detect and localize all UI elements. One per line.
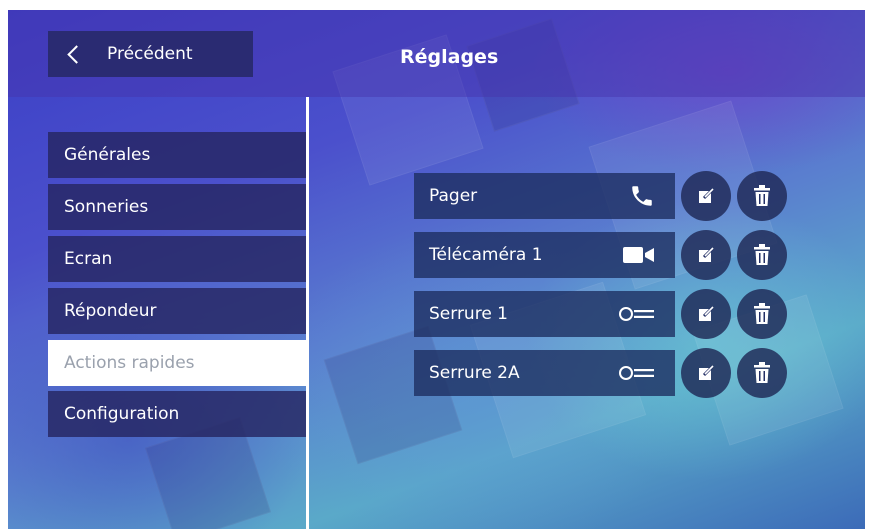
sidebar-item-label: Répondeur — [64, 301, 157, 321]
quick-action-label: Pager — [429, 186, 478, 206]
page-title: Réglages — [400, 46, 499, 68]
trash-icon — [754, 244, 770, 265]
panel-divider — [306, 97, 309, 529]
quick-action-row[interactable]: Télécaméra 1 — [414, 232, 675, 278]
sidebar-item-repondeur[interactable]: Répondeur — [48, 288, 306, 334]
edit-button[interactable] — [681, 348, 731, 398]
trash-icon — [754, 303, 770, 324]
back-button[interactable]: Précédent — [48, 31, 253, 77]
sidebar-item-actions-rapides[interactable]: Actions rapides — [48, 340, 306, 386]
edit-button[interactable] — [681, 289, 731, 339]
sidebar-item-label: Actions rapides — [64, 353, 195, 373]
quick-action-row[interactable]: Serrure 2A — [414, 350, 675, 396]
sidebar-item-ecran[interactable]: Ecran — [48, 236, 306, 282]
sidebar-item-label: Générales — [64, 145, 151, 165]
quick-action-label: Télécaméra 1 — [429, 245, 543, 265]
key-icon — [619, 365, 655, 381]
edit-icon — [699, 188, 714, 203]
chevron-left-icon — [67, 44, 86, 64]
back-button-label: Précédent — [107, 44, 193, 64]
key-icon — [619, 306, 655, 322]
quick-action-label: Serrure 2A — [429, 363, 520, 383]
delete-button[interactable] — [737, 289, 787, 339]
sidebar-item-label: Ecran — [64, 249, 113, 269]
delete-button[interactable] — [737, 171, 787, 221]
edit-icon — [699, 306, 714, 321]
sidebar-item-generales[interactable]: Générales — [48, 132, 306, 178]
sidebar-item-sonneries[interactable]: Sonneries — [48, 184, 306, 230]
quick-action-row[interactable]: Serrure 1 — [414, 291, 675, 337]
phone-icon — [629, 183, 655, 209]
trash-icon — [754, 185, 770, 206]
edit-icon — [699, 247, 714, 262]
trash-icon — [754, 362, 770, 383]
delete-button[interactable] — [737, 348, 787, 398]
quick-action-label: Serrure 1 — [429, 304, 508, 324]
sidebar-item-label: Sonneries — [64, 197, 149, 217]
sidebar-item-configuration[interactable]: Configuration — [48, 391, 306, 437]
quick-action-row[interactable]: Pager — [414, 173, 675, 219]
device-screen: Précédent Réglages Générales Sonneries E… — [8, 10, 865, 529]
delete-button[interactable] — [737, 230, 787, 280]
edit-button[interactable] — [681, 171, 731, 221]
video-camera-icon — [623, 245, 655, 265]
edit-icon — [699, 365, 714, 380]
edit-button[interactable] — [681, 230, 731, 280]
header-bar: Précédent Réglages — [8, 10, 865, 97]
sidebar-item-label: Configuration — [64, 404, 180, 424]
